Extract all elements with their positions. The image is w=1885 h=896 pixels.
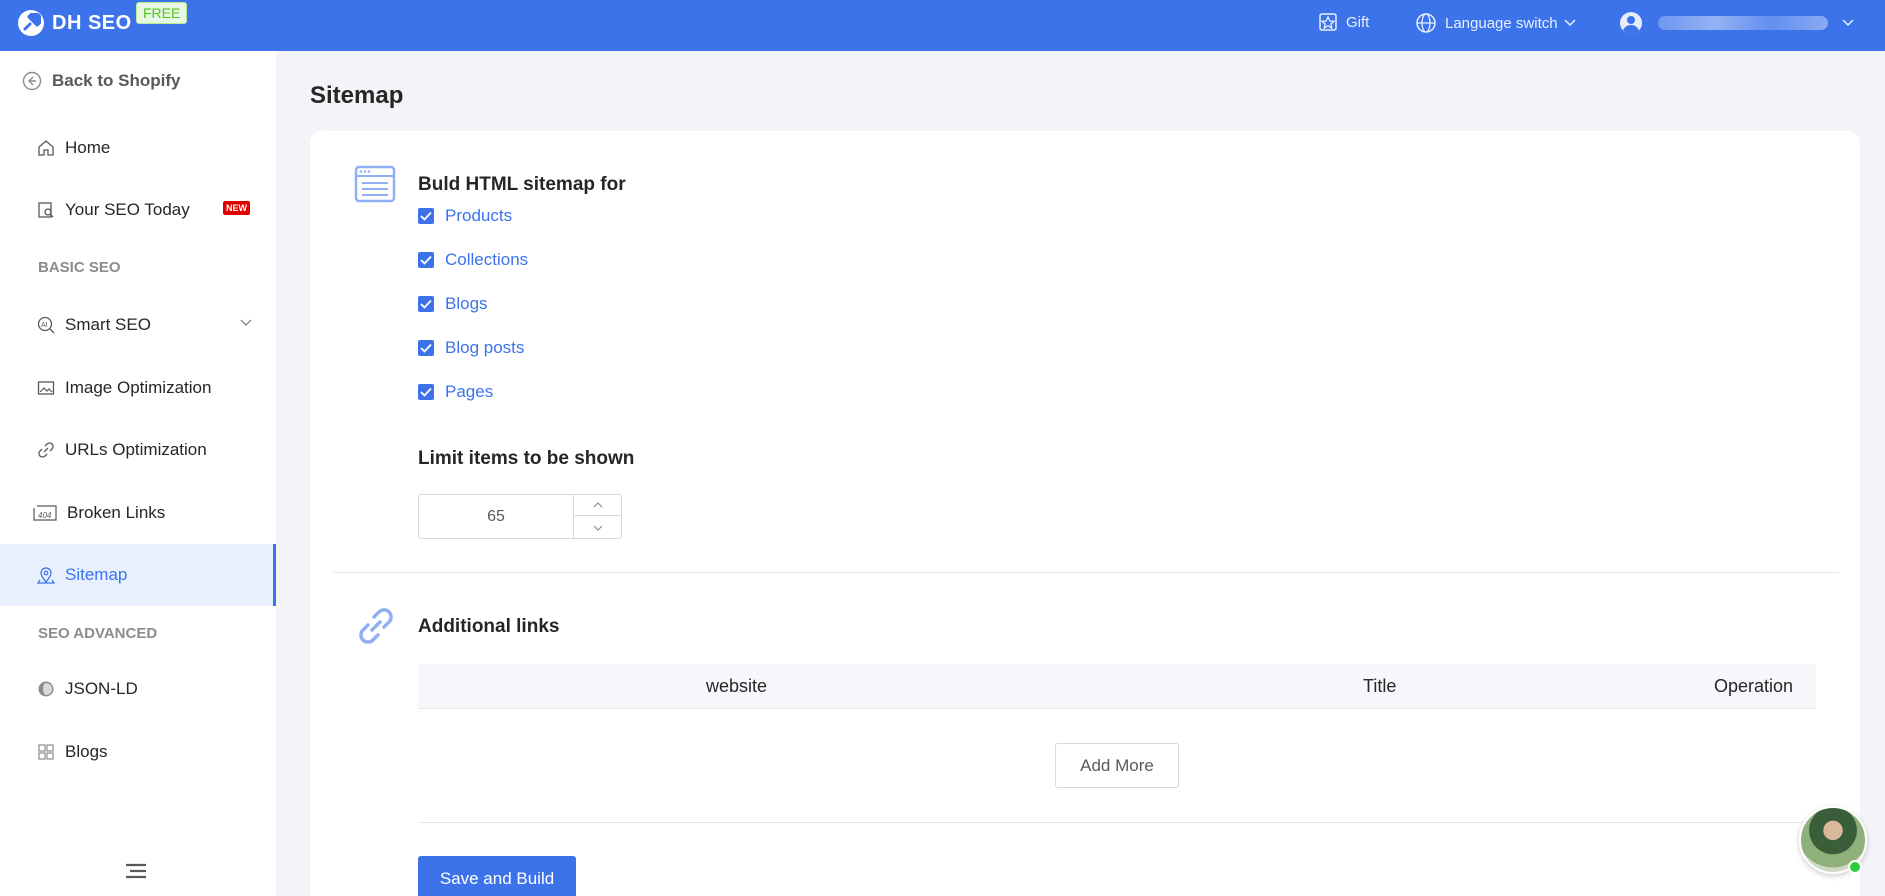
sidebar-item-label: Broken Links xyxy=(67,503,166,522)
report-icon xyxy=(38,202,54,218)
404-icon: 404 xyxy=(33,505,57,521)
user-menu[interactable] xyxy=(1620,12,1854,34)
new-badge: NEW xyxy=(223,201,250,215)
sidebar-item-sitemap[interactable]: Sitemap xyxy=(0,544,276,606)
html-sitemap-title: Buld HTML sitemap for xyxy=(418,174,626,195)
link-icon xyxy=(38,442,54,458)
checkbox-label: Blogs xyxy=(445,294,488,313)
checkbox-blogs[interactable]: Blogs xyxy=(418,294,488,314)
user-name-redacted xyxy=(1658,16,1828,30)
gift-label: Gift xyxy=(1346,13,1370,31)
checkbox-label: Pages xyxy=(445,382,494,401)
stepper-down-button[interactable] xyxy=(574,517,622,538)
column-header-title: Title xyxy=(1363,676,1397,696)
sidebar-item-broken-links[interactable]: 404 Broken Links xyxy=(0,482,276,544)
sidebar-item-label: Blogs xyxy=(65,742,108,761)
sidebar-item-your-seo-today[interactable]: Your SEO Today NEW xyxy=(0,179,276,241)
sidebar-item-label: URLs Optimization xyxy=(65,440,207,459)
stepper-handlers xyxy=(573,495,622,538)
checkbox-checked-icon xyxy=(418,296,434,312)
checkbox-checked-icon xyxy=(418,252,434,268)
chevron-up-icon xyxy=(593,502,603,508)
checkbox-collections[interactable]: Collections xyxy=(418,250,528,270)
online-status-dot xyxy=(1848,860,1862,874)
sidebar-item-urls-optimization[interactable]: URLs Optimization xyxy=(0,419,276,481)
checkbox-checked-icon xyxy=(418,384,434,400)
column-header-operation: Operation xyxy=(1714,676,1794,696)
sidebar-item-image-optimization[interactable]: Image Optimization xyxy=(0,357,276,419)
json-ld-icon xyxy=(38,681,54,697)
globe-icon xyxy=(1416,13,1436,33)
section-label-seo-advanced: SEO ADVANCED xyxy=(38,625,158,642)
home-icon xyxy=(38,140,54,156)
checkbox-pages[interactable]: Pages xyxy=(418,382,493,402)
sidebar-item-home[interactable]: Home xyxy=(0,117,276,179)
svg-text:AI: AI xyxy=(41,322,48,329)
checkbox-checked-icon xyxy=(418,208,434,224)
grid-icon xyxy=(38,744,54,760)
limit-items-stepper[interactable]: 65 xyxy=(418,494,622,539)
checkbox-label: Blog posts xyxy=(445,338,525,357)
chevron-down-icon xyxy=(1842,19,1854,27)
save-and-build-button[interactable]: Save and Build xyxy=(418,856,576,896)
sidebar: Back to Shopify Home Your SEO Today NEW … xyxy=(0,51,276,896)
section-divider xyxy=(418,822,1816,823)
column-header-website: website xyxy=(706,676,768,696)
back-to-shopify-link[interactable]: Back to Shopify xyxy=(22,71,180,91)
image-icon xyxy=(37,381,55,395)
sidebar-item-label: Image Optimization xyxy=(65,378,212,397)
sidebar-item-json-ld[interactable]: JSON-LD xyxy=(0,658,276,720)
back-label: Back to Shopify xyxy=(52,71,181,90)
svg-text:404: 404 xyxy=(38,511,52,520)
checkbox-products[interactable]: Products xyxy=(418,206,512,226)
links-table-header: website Title Operation xyxy=(418,664,1816,709)
language-label: Language switch xyxy=(1445,14,1558,32)
chain-link-icon xyxy=(359,608,393,644)
top-bar: DH SEO FREE Gift Language switch xyxy=(0,0,1885,51)
brand-name: DH SEO xyxy=(52,11,132,34)
sidebar-item-label: Your SEO Today xyxy=(65,200,190,219)
ai-icon: AI xyxy=(37,316,55,334)
chevron-down-icon xyxy=(1564,19,1576,27)
plan-badge: FREE xyxy=(136,2,188,24)
browser-window-icon xyxy=(354,165,396,203)
gift-button[interactable]: Gift xyxy=(1318,12,1369,32)
sidebar-item-label: Sitemap xyxy=(65,565,128,584)
stepper-up-button[interactable] xyxy=(574,495,622,516)
sidebar-item-blogs[interactable]: Blogs xyxy=(0,721,276,783)
checkbox-label: Collections xyxy=(445,250,529,269)
sitemap-card: Buld HTML sitemap for Products Collectio… xyxy=(310,131,1860,896)
app-logo[interactable]: DH SEO xyxy=(18,10,132,36)
page-title: Sitemap xyxy=(310,82,404,109)
chevron-down-icon[interactable] xyxy=(240,319,252,327)
language-switch[interactable]: Language switch xyxy=(1415,12,1576,34)
gift-icon xyxy=(1319,13,1337,31)
limit-items-title: Limit items to be shown xyxy=(418,448,635,469)
sidebar-item-label: JSON-LD xyxy=(65,679,138,698)
checkbox-label: Products xyxy=(445,206,513,225)
section-divider xyxy=(333,572,1839,573)
chevron-down-icon xyxy=(593,525,603,531)
checkbox-blog-posts[interactable]: Blog posts xyxy=(418,338,524,358)
sidebar-item-label: Smart SEO xyxy=(65,315,151,334)
checkbox-checked-icon xyxy=(418,340,434,356)
logo-icon xyxy=(18,10,44,36)
additional-links-title: Additional links xyxy=(418,616,560,637)
map-pin-icon xyxy=(37,567,55,584)
collapse-menu-icon[interactable] xyxy=(125,862,147,880)
limit-items-value[interactable]: 65 xyxy=(419,495,573,538)
section-label-basic-seo: BASIC SEO xyxy=(38,259,121,276)
sidebar-item-label: Home xyxy=(65,138,111,157)
add-more-button[interactable]: Add More xyxy=(1055,743,1179,788)
sidebar-item-smart-seo[interactable]: AI Smart SEO xyxy=(0,294,276,356)
user-avatar-icon xyxy=(1620,12,1642,34)
arrow-left-circle-icon xyxy=(22,71,42,91)
